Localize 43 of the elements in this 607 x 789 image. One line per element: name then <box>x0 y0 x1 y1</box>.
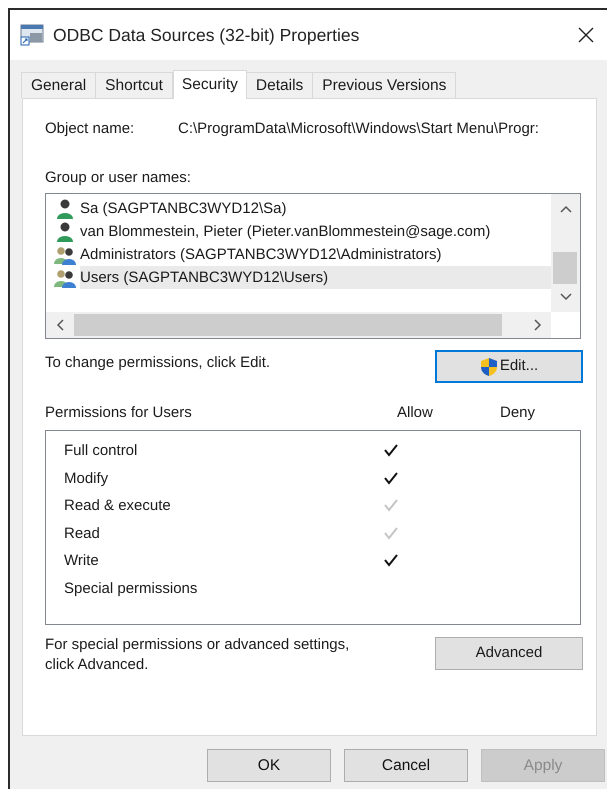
permission-name: Full control <box>64 441 138 461</box>
user-icon <box>54 198 76 220</box>
tab[interactable]: Shortcut <box>95 72 173 98</box>
scroll-left-icon[interactable] <box>56 319 64 331</box>
tab[interactable]: Previous Versions <box>312 72 456 98</box>
scroll-right-icon[interactable] <box>534 319 542 331</box>
tab[interactable]: General <box>21 72 96 98</box>
dialog-button[interactable]: OK <box>207 749 331 782</box>
permission-name: Write <box>64 551 100 571</box>
edit-button[interactable]: Edit... <box>435 350 583 383</box>
tab[interactable]: Security <box>172 70 247 99</box>
advanced-hint: For special permissions or advanced settings, click Advanced. <box>45 634 350 674</box>
scrollbar-thumb[interactable] <box>74 314 502 336</box>
group-list-label: Group or user names: <box>45 168 191 188</box>
permission-name: Read & execute <box>64 496 172 516</box>
permission-name: Read <box>64 524 101 544</box>
permission-name: Special permissions <box>64 578 198 598</box>
group-list[interactable]: Sa (SAGPTANBC3WYD12\Sa) van Blommestein, Pieter (Pieter.vanBlommestein@sage.com) Administrators (SAGPTANBC3WYD12\Administrators) Users (SAGPTANBC3WYD12\Users) <box>45 193 581 339</box>
group-list-item[interactable]: van Blommestein, Pieter (Pieter.vanBlommestein@sage.com) <box>80 220 551 243</box>
shield-icon <box>480 356 498 376</box>
window-title: ODBC Data Sources (32-bit) Properties <box>53 24 360 47</box>
dialog-button[interactable]: Cancel <box>344 749 468 782</box>
object-name-value: C:\ProgramData\Microsoft\Windows\Start Menu\Progr: <box>178 119 539 139</box>
group-list-item[interactable]: Users (SAGPTANBC3WYD12\Users) <box>80 266 551 289</box>
object-name-label: Object name: <box>45 119 136 139</box>
scrollbar-thumb[interactable] <box>553 252 577 284</box>
close-icon[interactable] <box>578 27 594 43</box>
scroll-up-icon[interactable] <box>560 205 572 213</box>
app-icon <box>20 24 44 46</box>
group-list-item[interactable]: Sa (SAGPTANBC3WYD12\Sa) <box>80 197 551 220</box>
edit-hint: To change permissions, click Edit. <box>45 353 270 373</box>
group-icon <box>54 244 76 264</box>
group-icon <box>54 268 76 288</box>
scroll-down-icon[interactable] <box>560 293 572 301</box>
vertical-scrollbar[interactable] <box>551 194 580 312</box>
user-icon <box>54 220 76 242</box>
permission-name: Modify <box>64 468 110 488</box>
deny-header: Deny <box>500 403 536 423</box>
advanced-button[interactable]: Advanced <box>435 636 583 670</box>
group-list-item[interactable]: Administrators (SAGPTANBC3WYD12\Administrators) <box>80 243 551 266</box>
allow-header: Allow <box>397 403 434 423</box>
permissions-title: Permissions for Users <box>45 403 193 423</box>
horizontal-scrollbar[interactable] <box>46 312 551 338</box>
